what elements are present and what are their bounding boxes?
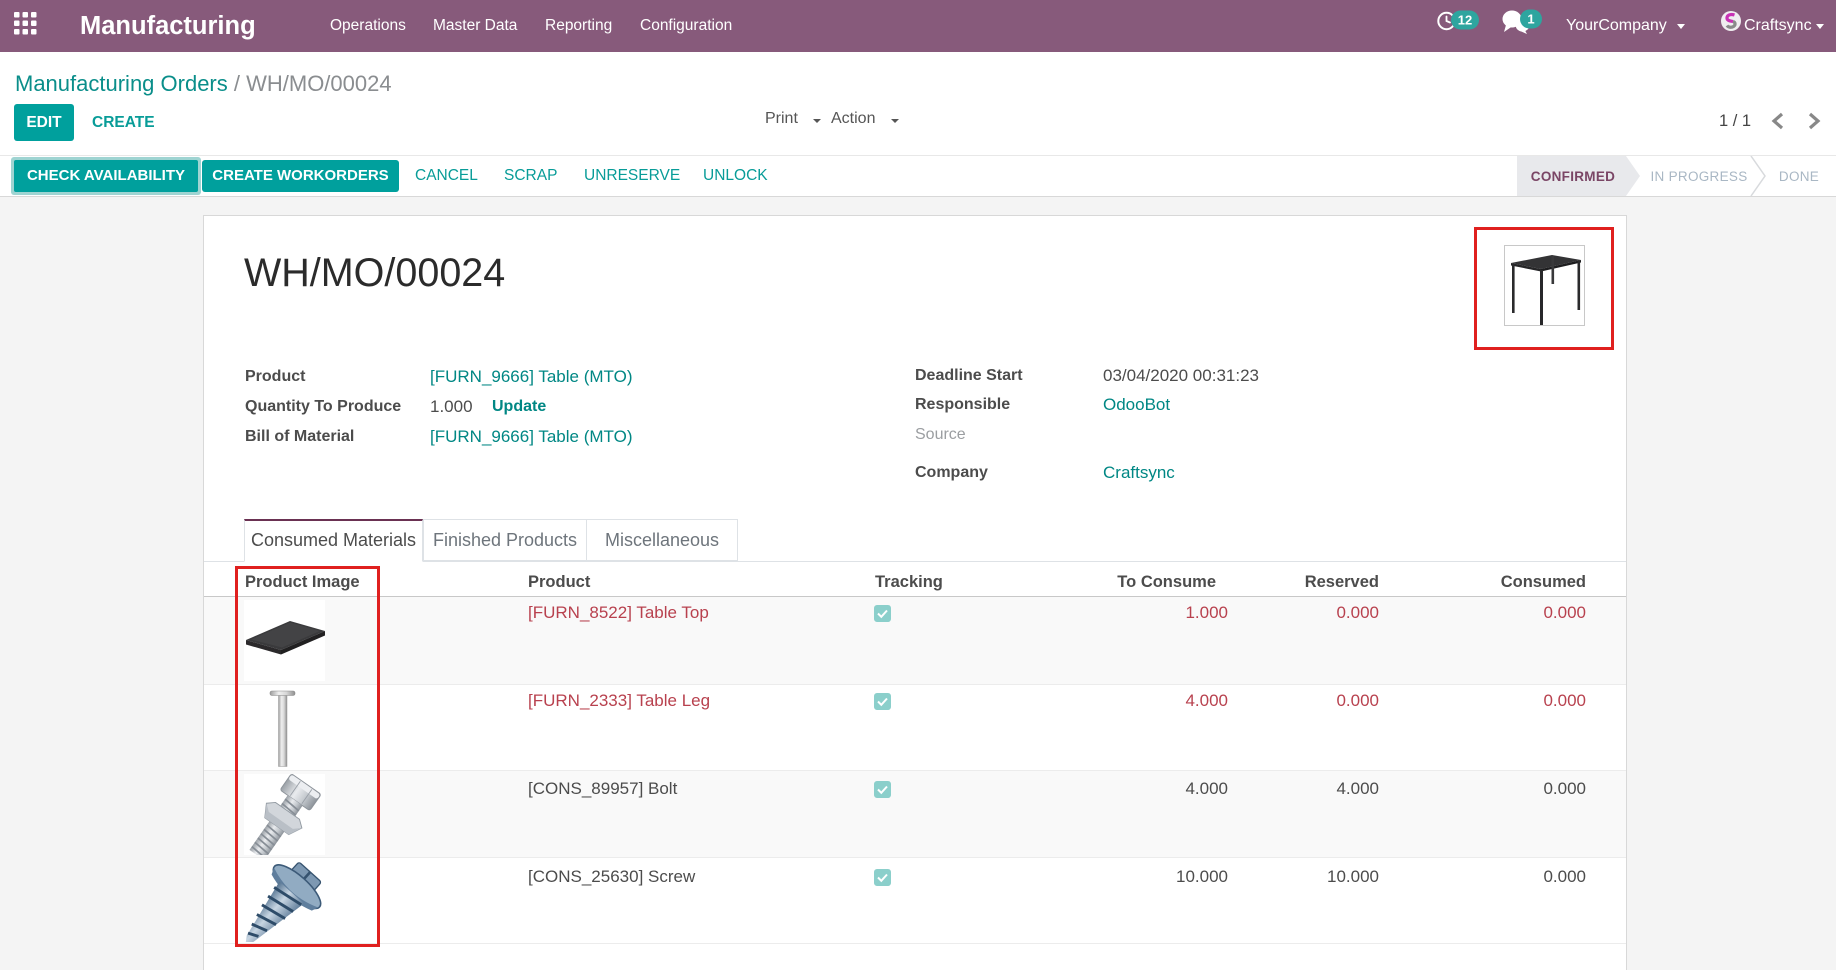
svg-text:1: 1 xyxy=(1527,12,1534,27)
svg-text:12: 12 xyxy=(1458,13,1472,28)
svg-text:IN PROGRESS: IN PROGRESS xyxy=(1650,169,1747,184)
svg-text:CONFIRMED: CONFIRMED xyxy=(1531,169,1615,184)
svg-text:DONE: DONE xyxy=(1779,169,1819,184)
